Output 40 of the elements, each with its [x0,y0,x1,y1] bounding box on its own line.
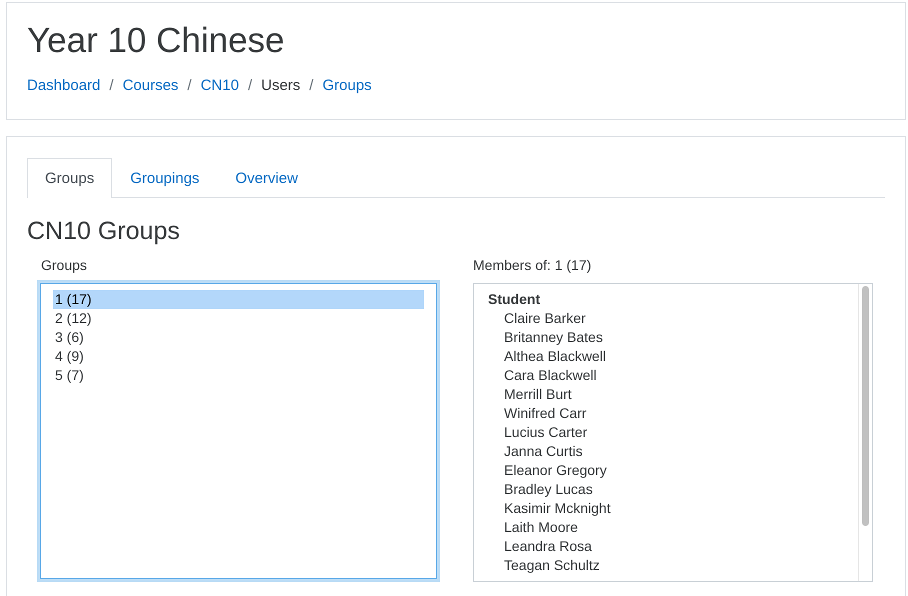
list-option[interactable]: 5 (7) [53,366,424,385]
member-name: Bradley Lucas [503,480,594,499]
members-label: Members of: 1 (17) [473,256,592,275]
breadcrumb-separator: / [109,77,114,94]
breadcrumb-link[interactable]: Courses [122,77,178,94]
member-name: Lucius Carter [503,423,588,442]
member-name: Cara Blackwell [503,366,598,385]
groups-listbox[interactable]: 1 (17) 2 (12) 3 (6) 4 (9) 5 (7) [40,283,437,579]
member-name: Laith Moore [503,518,579,537]
member-name: Winifred Carr [503,404,588,423]
breadcrumb-text: Users [261,77,300,94]
member-name: Claire Barker [503,309,587,328]
tab[interactable]: Groups [27,158,112,198]
list-option[interactable]: 1 (17) [53,290,424,309]
breadcrumb-link[interactable]: Groups [322,77,372,94]
tab[interactable]: Groupings [112,158,218,197]
list-option[interactable]: 3 (6) [53,328,424,347]
breadcrumb-link[interactable]: Dashboard [27,77,100,94]
member-name: Teagan Schultz [503,556,601,575]
member-name: Merrill Burt [503,385,573,404]
groups-label: Groups [41,256,88,275]
member-name: Janna Curtis [503,442,584,461]
members-listbox[interactable] [473,283,873,582]
breadcrumb-separator: / [248,77,252,94]
scrollbar-thumb[interactable] [862,286,869,526]
member-name: Kasimir Mcknight [503,499,612,518]
breadcrumb-separator: / [187,77,192,94]
page-title: Year 10 Chinese [27,21,286,61]
breadcrumb-link[interactable]: CN10 [200,77,239,94]
member-name: Leandra Rosa [503,537,593,556]
tab[interactable]: Overview [217,158,316,197]
scrollbar[interactable] [858,284,872,581]
role-heading: Student [488,290,542,309]
section-heading: CN10 Groups [27,216,181,246]
member-name: Britanney Bates [503,328,604,347]
list-option[interactable]: 2 (12) [53,309,424,328]
list-option[interactable]: 4 (9) [53,347,424,366]
member-name: Eleanor Gregory [503,461,608,480]
member-name: Althea Blackwell [503,347,607,366]
breadcrumb-separator: / [309,77,314,94]
